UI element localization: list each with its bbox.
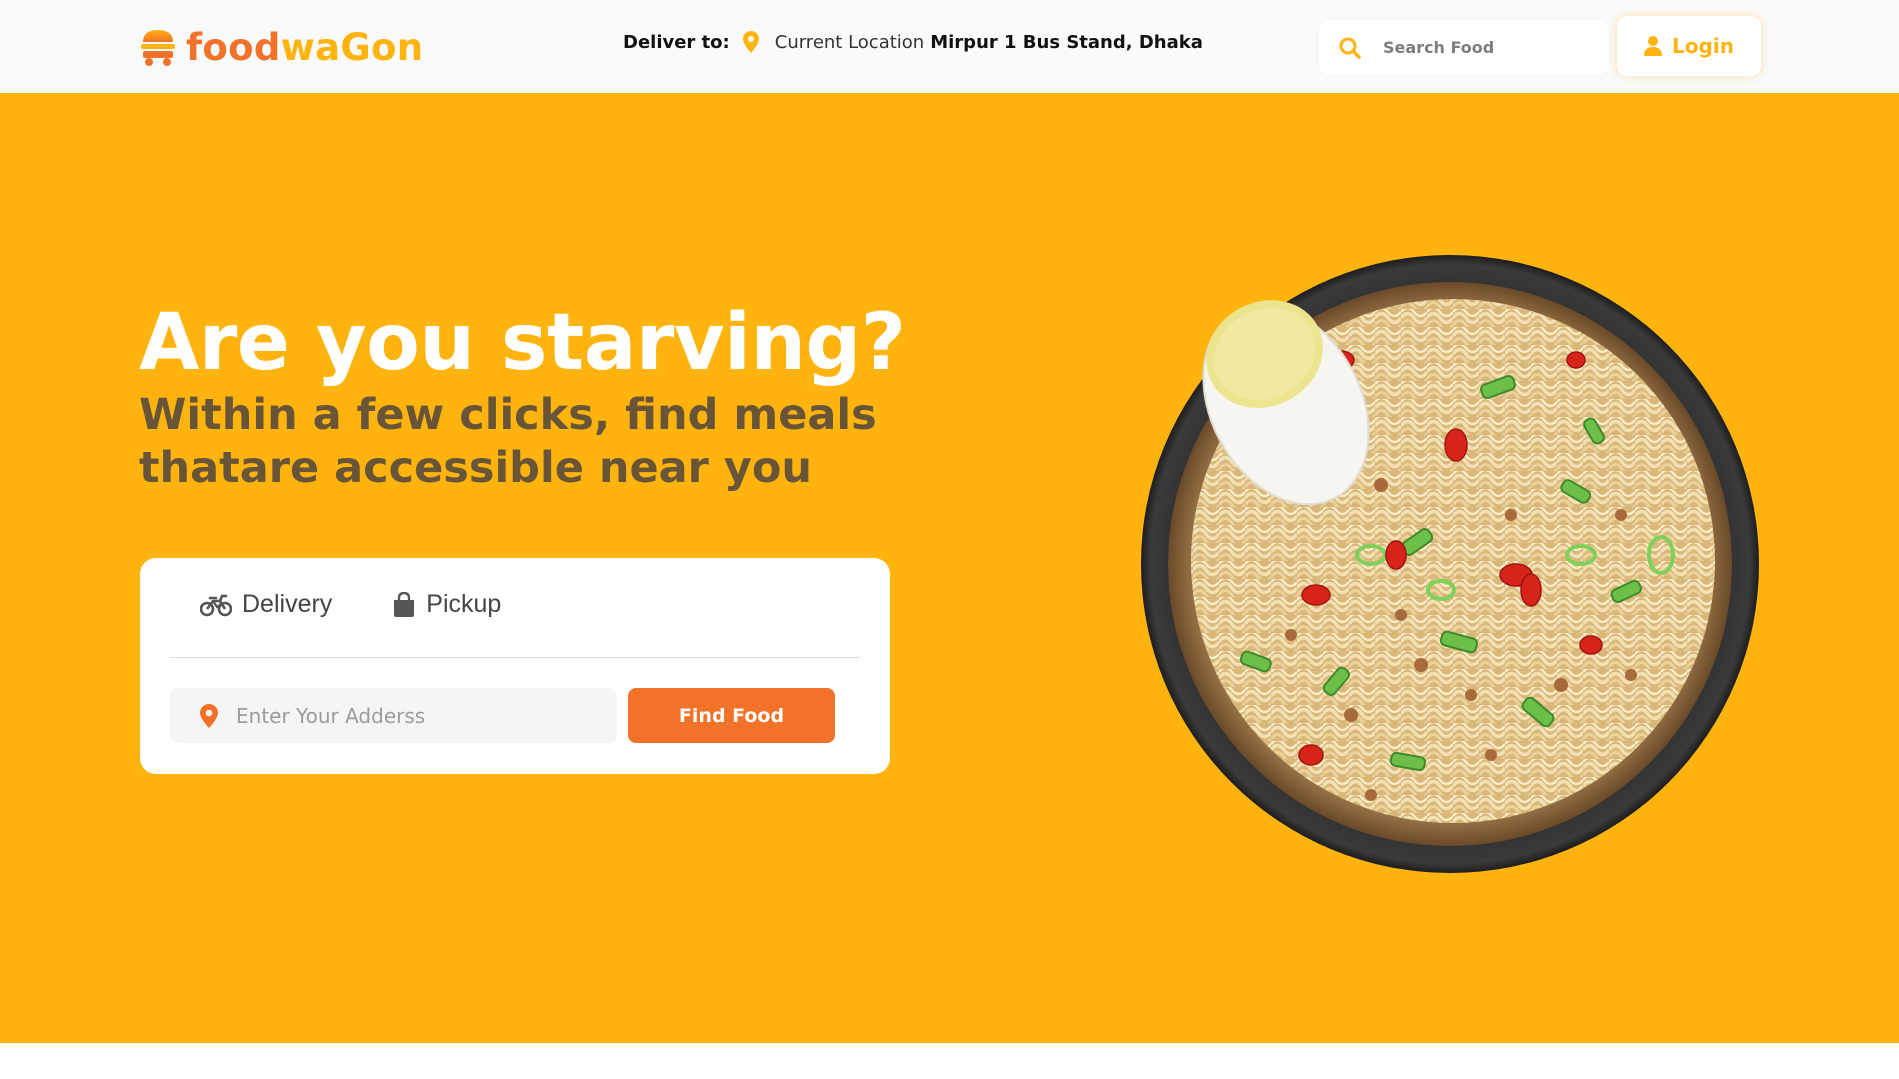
deliver-location[interactable]: Deliver to: Current Location Mirpur 1 Bu… bbox=[623, 28, 1203, 56]
motorcycle-icon bbox=[200, 594, 232, 616]
current-address: Mirpur 1 Bus Stand, Dhaka bbox=[930, 31, 1203, 53]
tab-delivery-label: Delivery bbox=[242, 590, 333, 618]
address-field[interactable] bbox=[170, 688, 617, 743]
login-button[interactable]: Login bbox=[1617, 16, 1761, 76]
tab-delivery[interactable]: Delivery bbox=[200, 590, 332, 619]
find-food-button[interactable]: Find Food bbox=[628, 688, 835, 743]
noodle-bowl-image bbox=[1141, 255, 1759, 873]
tab-divider bbox=[170, 657, 860, 658]
search-icon bbox=[1339, 37, 1361, 59]
shopping-bag-icon bbox=[394, 591, 415, 617]
food-truck-icon bbox=[141, 30, 175, 66]
hero-section: Are you starving? Within a few clicks, f… bbox=[0, 93, 1899, 1043]
hero-title: Are you starving? bbox=[139, 298, 906, 388]
brand-name: foodwaGon bbox=[186, 25, 424, 69]
address-input[interactable] bbox=[236, 703, 606, 728]
user-icon bbox=[1644, 36, 1663, 56]
order-card: Delivery Pickup Find Food bbox=[140, 558, 890, 774]
search-box[interactable] bbox=[1319, 20, 1609, 75]
deliver-label: Deliver to: bbox=[623, 31, 730, 53]
current-location-label: Current Location bbox=[774, 31, 925, 53]
login-label: Login bbox=[1672, 34, 1734, 58]
search-input[interactable] bbox=[1383, 38, 1583, 57]
tab-pickup[interactable]: Pickup bbox=[392, 590, 501, 619]
order-tabs: Delivery Pickup bbox=[200, 590, 501, 619]
hero-subtitle: Within a few clicks, find meals thatare … bbox=[139, 390, 877, 493]
location-pin-icon bbox=[742, 31, 759, 53]
navbar: foodwaGon Deliver to: Current Location M… bbox=[0, 0, 1899, 93]
location-pin-icon bbox=[200, 703, 218, 728]
brand-logo[interactable]: foodwaGon bbox=[139, 24, 423, 70]
tab-pickup-label: Pickup bbox=[426, 590, 502, 618]
